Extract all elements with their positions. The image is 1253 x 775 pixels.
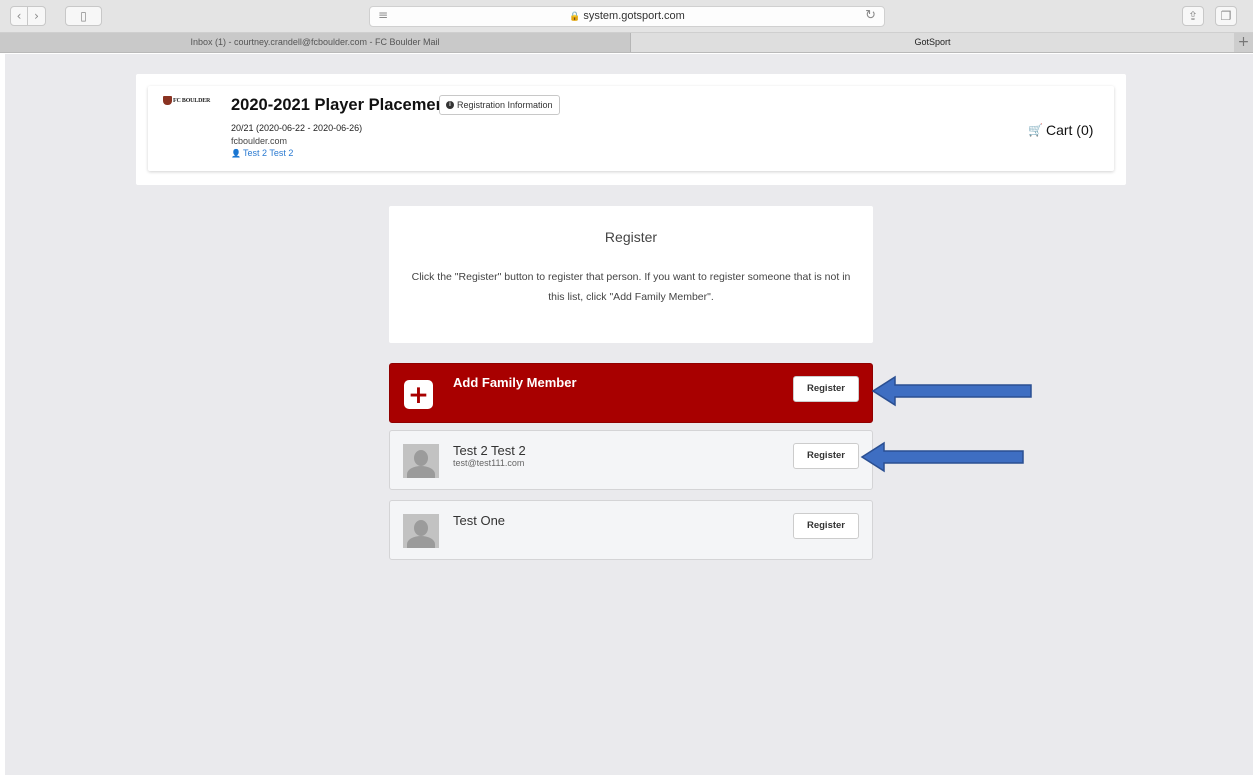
show-tabs-button[interactable]: ❐ bbox=[1215, 6, 1237, 26]
avatar bbox=[403, 514, 439, 548]
event-header: FC BOULDER 2020-2021 Player Placement i … bbox=[148, 86, 1114, 171]
plus-icon: + bbox=[404, 380, 433, 409]
current-user-name: Test 2 Test 2 bbox=[242, 148, 294, 158]
register-button[interactable]: Register bbox=[793, 376, 859, 402]
url-display: 🔒 system.gotsport.com bbox=[370, 10, 884, 22]
person-email: test@test111.com bbox=[453, 458, 525, 468]
tabs-icon: ❐ bbox=[1220, 9, 1232, 23]
register-description: Click the "Register" button to register … bbox=[411, 271, 851, 303]
logo-text: FC BOULDER bbox=[173, 97, 211, 104]
event-dates: 20/21 (2020-06-22 - 2020-06-26) bbox=[231, 123, 363, 133]
register-button[interactable]: Register bbox=[793, 443, 859, 469]
person-name: Test One bbox=[453, 513, 506, 528]
sidebar-icon: ▯ bbox=[80, 9, 87, 23]
person-name: Test 2 Test 2 bbox=[453, 443, 526, 458]
info-icon: i bbox=[446, 101, 454, 109]
annotation-arrow-icon bbox=[871, 375, 1032, 407]
person-card: Test 2 Test 2 test@test111.com Register bbox=[389, 430, 873, 490]
sidebar-toggle-button[interactable]: ▯ bbox=[65, 6, 102, 26]
cart-label: Cart (0) bbox=[1045, 122, 1094, 138]
share-button[interactable]: ⇪ bbox=[1182, 6, 1204, 26]
registration-info-button[interactable]: i Registration Information bbox=[439, 95, 560, 115]
cart-icon: 🛒 bbox=[1028, 123, 1043, 137]
avatar-body bbox=[407, 536, 435, 548]
avatar bbox=[403, 444, 439, 478]
person-card: Test One Register bbox=[389, 500, 873, 560]
register-info-card: Register Click the "Register" button to … bbox=[389, 206, 873, 343]
registration-info-label: Registration Information bbox=[457, 100, 553, 110]
tab-mail[interactable]: Inbox (1) - courtney.crandell@fcboulder.… bbox=[0, 33, 631, 52]
page-content: FC BOULDER 2020-2021 Player Placement i … bbox=[5, 54, 1253, 775]
lock-icon: 🔒 bbox=[569, 12, 581, 22]
browser-toolbar: ‹ › ▯ ≡ 🔒 system.gotsport.com ↻ ⇪ ❐ bbox=[0, 0, 1253, 33]
annotation-arrow-icon bbox=[860, 441, 1024, 473]
new-tab-button[interactable]: + bbox=[1234, 33, 1253, 52]
url-text: system.gotsport.com bbox=[583, 10, 685, 22]
tab-gotsport[interactable]: GotSport bbox=[631, 33, 1234, 52]
current-user-link[interactable]: 👤 Test 2 Test 2 bbox=[231, 148, 293, 158]
person-name: Add Family Member bbox=[453, 375, 577, 390]
register-button[interactable]: Register bbox=[793, 513, 859, 539]
user-icon: 👤 bbox=[231, 148, 241, 158]
share-icon: ⇪ bbox=[1187, 9, 1199, 23]
event-site: fcboulder.com bbox=[231, 136, 288, 146]
avatar-head bbox=[414, 520, 428, 536]
event-header-card: FC BOULDER 2020-2021 Player Placement i … bbox=[136, 74, 1126, 185]
chevron-left-icon: ‹ bbox=[16, 9, 22, 23]
cart-link[interactable]: 🛒 Cart (0) bbox=[1028, 122, 1093, 138]
plus-icon: + bbox=[1237, 34, 1250, 50]
chevron-right-icon: › bbox=[34, 9, 39, 23]
event-title: 2020-2021 Player Placement bbox=[231, 96, 452, 114]
tab-bar: Inbox (1) - courtney.crandell@fcboulder.… bbox=[0, 33, 1253, 53]
shield-icon bbox=[163, 96, 172, 105]
register-heading: Register bbox=[604, 229, 658, 245]
address-bar[interactable]: ≡ 🔒 system.gotsport.com ↻ bbox=[369, 6, 885, 27]
avatar-head bbox=[414, 450, 428, 466]
avatar-body bbox=[407, 466, 435, 478]
add-family-member-card: + Add Family Member Register bbox=[389, 363, 873, 423]
reload-icon[interactable]: ↻ bbox=[865, 8, 876, 23]
forward-button[interactable]: › bbox=[28, 6, 46, 26]
back-button[interactable]: ‹ bbox=[10, 6, 28, 26]
club-logo: FC BOULDER bbox=[163, 96, 210, 105]
